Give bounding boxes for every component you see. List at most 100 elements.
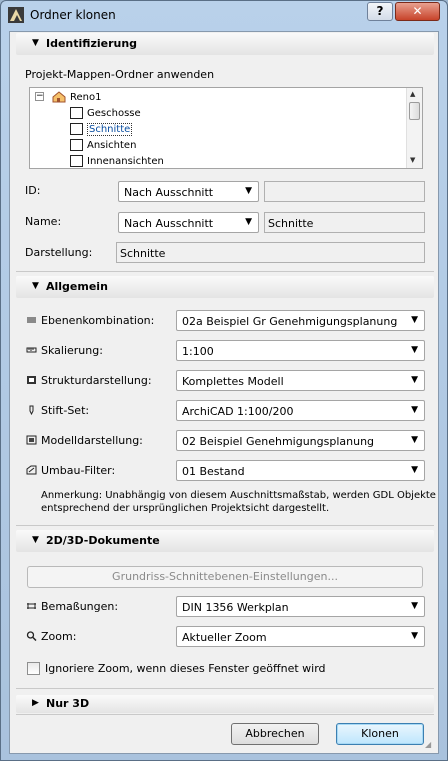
- dropdown-value: Nach Ausschnitt: [124, 217, 214, 230]
- strukturdarstellung-dropdown[interactable]: Komplettes Modell ▼: [176, 370, 425, 391]
- folder-apply-label: Projekt-Mappen-Ordner anwenden: [25, 68, 215, 81]
- divider: [16, 688, 434, 689]
- resize-grip-icon[interactable]: ◢: [425, 740, 435, 750]
- section-nur3d-header[interactable]: ▶ Nur 3D: [16, 695, 434, 713]
- help-button[interactable]: ?: [367, 2, 393, 21]
- dimension-icon: [27, 603, 36, 609]
- dropdown-value: 01 Bestand: [182, 465, 245, 478]
- layers-icon: [27, 317, 36, 323]
- section-title: Nur 3D: [46, 697, 90, 710]
- zoom-dropdown[interactable]: Aktueller Zoom ▼: [176, 626, 425, 647]
- id-label: ID:: [25, 184, 41, 197]
- zoom-icon: [26, 631, 37, 641]
- tree-item-label: Geschosse: [87, 107, 141, 119]
- floorplan-icon: [70, 107, 83, 119]
- dropdown-value: DIN 1356 Werkplan: [182, 601, 289, 614]
- collapse-tree-icon[interactable]: −: [35, 92, 44, 101]
- collapse-triangle-icon: ▼: [32, 281, 39, 291]
- dropdown-arrow-icon: ▼: [245, 186, 252, 196]
- skalierung-label: Skalierung:: [41, 344, 103, 357]
- note-line-1: Anmerkung: Unabhängig von diesem Auschni…: [41, 490, 436, 501]
- dropdown-value: 02 Beispiel Genehmigungsplanung: [182, 435, 375, 448]
- tree-item[interactable]: Innenansichten: [70, 153, 164, 168]
- scroll-thumb[interactable]: [409, 102, 420, 120]
- interior-elevation-icon: [70, 155, 83, 167]
- dropdown-arrow-icon: ▼: [411, 465, 418, 475]
- ebenenkombination-label: Ebenenkombination:: [41, 314, 155, 327]
- ignore-zoom-label[interactable]: Ignoriere Zoom, wenn dieses Fenster geöf…: [45, 662, 326, 675]
- tree-root-label: Reno1: [70, 91, 102, 103]
- expand-triangle-icon: ▶: [32, 698, 39, 708]
- section-allgemein-header[interactable]: ▼ Allgemein: [16, 276, 434, 298]
- dialog-body: ▼ Identifizierung Projekt-Mappen-Ordner …: [9, 31, 439, 754]
- ebenenkombination-dropdown[interactable]: 02a Beispiel Gr Genehmigungsplanung ▼: [176, 310, 425, 331]
- collapse-triangle-icon: ▼: [32, 535, 39, 545]
- section-identifizierung-header[interactable]: ▼ Identifizierung: [16, 33, 434, 55]
- title-bar: Ordner klonen ? ✕: [1, 1, 447, 31]
- divider: [16, 525, 434, 526]
- dropdown-value: Nach Ausschnitt: [124, 186, 214, 199]
- tree-scrollbar[interactable]: ▲ ▼: [406, 88, 422, 168]
- model-icon: [26, 435, 37, 445]
- field-value: Schnitte: [120, 247, 166, 260]
- bemassungen-dropdown[interactable]: DIN 1356 Werkplan ▼: [176, 596, 425, 617]
- darstellung-field: Schnitte: [116, 242, 425, 263]
- zoom-label: Zoom:: [41, 630, 77, 643]
- dropdown-value: Komplettes Modell: [182, 375, 284, 388]
- divider: [16, 714, 434, 715]
- modelldarstellung-dropdown[interactable]: 02 Beispiel Genehmigungsplanung ▼: [176, 430, 425, 451]
- section-dokumente-header[interactable]: ▼ 2D/3D-Dokumente: [16, 530, 434, 552]
- tree-item-label: Ansichten: [87, 139, 137, 151]
- stift-set-dropdown[interactable]: ArchiCAD 1:100/200 ▼: [176, 400, 425, 421]
- dropdown-arrow-icon: ▼: [411, 601, 418, 611]
- section-title: 2D/3D-Dokumente: [46, 534, 160, 547]
- close-button[interactable]: ✕: [395, 2, 440, 21]
- tree-item-label: Innenansichten: [87, 155, 164, 167]
- field-value: Schnitte: [268, 217, 314, 230]
- window-title: Ordner klonen: [30, 8, 116, 22]
- structure-icon: [27, 376, 36, 384]
- pen-icon: [29, 405, 34, 415]
- dropdown-arrow-icon: ▼: [411, 405, 418, 415]
- tree-root-row[interactable]: − Reno1: [30, 89, 101, 105]
- divider: [16, 271, 434, 272]
- dropdown-value: 02a Beispiel Gr Genehmigungsplanung: [182, 315, 398, 328]
- umbau-filter-dropdown[interactable]: 01 Bestand ▼: [176, 460, 425, 481]
- grundriss-settings-button[interactable]: Grundriss-Schnittebenen-Einstellungen...: [27, 566, 423, 588]
- id-value-field[interactable]: [264, 181, 425, 202]
- name-mode-dropdown[interactable]: Nach Ausschnitt ▼: [118, 212, 259, 233]
- note-line-2: entsprechend der ursprünglichen Projekts…: [41, 503, 330, 514]
- dialog-window: Ordner klonen ? ✕ ▼ Identifizierung Proj…: [0, 0, 448, 761]
- section-title: Identifizierung: [46, 37, 138, 50]
- scroll-up-icon[interactable]: ▲: [410, 90, 415, 98]
- stift-set-label: Stift-Set:: [41, 404, 90, 417]
- elevation-icon: [70, 139, 83, 151]
- scale-icon: [26, 347, 37, 353]
- tree-item[interactable]: Geschosse: [70, 105, 141, 121]
- clone-button[interactable]: Klonen: [336, 723, 424, 745]
- cancel-button[interactable]: Abbrechen: [231, 723, 319, 745]
- strukturdarstellung-label: Strukturdarstellung:: [41, 374, 152, 387]
- section-title: Allgemein: [46, 280, 108, 293]
- project-folder-tree[interactable]: − Reno1 Geschosse Schnitte Ansichten Inn…: [29, 87, 423, 169]
- name-value-field[interactable]: Schnitte: [264, 212, 425, 233]
- ignore-zoom-checkbox[interactable]: [27, 662, 40, 675]
- id-mode-dropdown[interactable]: Nach Ausschnitt ▼: [118, 181, 259, 202]
- dropdown-arrow-icon: ▼: [411, 375, 418, 385]
- section-view-icon: [70, 123, 83, 135]
- dropdown-arrow-icon: ▼: [411, 631, 418, 641]
- tree-item-label: Schnitte: [87, 122, 133, 136]
- tree-item[interactable]: Ansichten: [70, 137, 136, 153]
- renovation-filter-icon: [26, 465, 37, 475]
- dropdown-value: 1:100: [182, 345, 214, 358]
- dropdown-arrow-icon: ▼: [411, 315, 418, 325]
- tree-item-selected[interactable]: Schnitte: [70, 121, 133, 137]
- modelldarstellung-label: Modelldarstellung:: [41, 434, 143, 447]
- dropdown-arrow-icon: ▼: [245, 217, 252, 227]
- darstellung-label: Darstellung:: [25, 246, 93, 259]
- bemassungen-label: Bemaßungen:: [41, 600, 119, 613]
- scroll-down-icon[interactable]: ▼: [410, 156, 415, 164]
- house-icon: [52, 91, 66, 103]
- skalierung-dropdown[interactable]: 1:100 ▼: [176, 340, 425, 361]
- dropdown-value: ArchiCAD 1:100/200: [182, 405, 294, 418]
